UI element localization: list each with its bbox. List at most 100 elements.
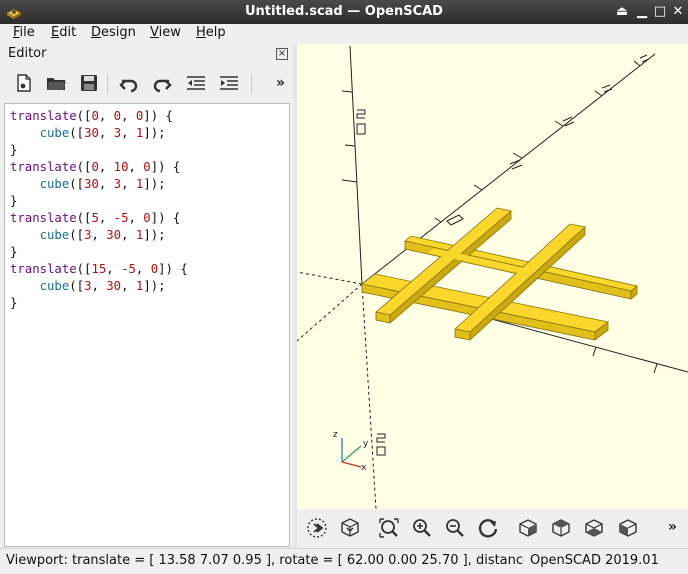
- editor-toolbar-more-button[interactable]: »: [276, 75, 285, 91]
- close-icon[interactable]: ✕: [670, 3, 686, 20]
- code-line: translate([0, 0, 0]) {: [10, 108, 173, 125]
- undo-icon[interactable]: [117, 72, 141, 96]
- code-token: ]);: [143, 279, 166, 293]
- code-token: translate: [10, 160, 77, 174]
- view-toolbar-more-button[interactable]: »: [668, 519, 677, 535]
- view-right-icon[interactable]: [516, 516, 540, 540]
- menu-bar: File Edit Design View Help: [0, 24, 688, 44]
- menu-help[interactable]: Help: [196, 25, 226, 40]
- redo-icon[interactable]: [150, 72, 174, 96]
- code-token: ,: [121, 228, 136, 242]
- viewport-status: Viewport: translate = [ 13.58 7.07 0.95 …: [6, 553, 524, 568]
- code-token: ,: [91, 228, 107, 242]
- menu-file[interactable]: File: [13, 25, 35, 40]
- maximize-icon[interactable]: □: [652, 3, 668, 20]
- code-token: }: [10, 143, 18, 157]
- view-bottom-icon[interactable]: [582, 516, 606, 540]
- 3d-model: [361, 207, 638, 341]
- code-token: 0: [143, 160, 151, 174]
- code-line: cube([3, 30, 1]);: [10, 227, 166, 244]
- code-token: 30: [84, 126, 99, 140]
- minimize-icon[interactable]: ▁: [634, 3, 650, 20]
- code-token: ([: [76, 211, 92, 225]
- code-token: 30: [106, 228, 122, 242]
- view-toolbar: »: [297, 509, 688, 548]
- code-token: ,: [98, 109, 114, 123]
- code-token: ([: [76, 109, 92, 123]
- code-token: ,: [98, 211, 114, 225]
- menu-design[interactable]: Design: [91, 25, 136, 40]
- code-line: }: [10, 244, 17, 261]
- zoom-out-icon[interactable]: [443, 516, 467, 540]
- code-token: cube: [39, 126, 70, 140]
- new-file-icon[interactable]: [12, 71, 36, 95]
- indent-icon[interactable]: [217, 71, 241, 95]
- code-token: 0: [150, 262, 159, 276]
- code-token: }: [10, 296, 18, 310]
- code-token: ,: [98, 160, 114, 174]
- code-line: cube([30, 3, 1]);: [10, 125, 166, 142]
- unindent-icon[interactable]: [184, 71, 208, 95]
- shade-icon[interactable]: ⏏: [614, 3, 630, 20]
- editor-panel: Editor × » translate([0, 0, 0]) { cube([…: [0, 44, 296, 548]
- code-token: ,: [128, 160, 144, 174]
- code-line: }: [10, 295, 17, 312]
- code-token: ,: [91, 279, 107, 293]
- code-token: -5: [113, 211, 129, 225]
- axis-label-y: y: [363, 439, 369, 449]
- code-token: }: [10, 245, 18, 259]
- code-line: cube([3, 30, 1]);: [10, 278, 166, 295]
- code-token: }: [10, 194, 18, 208]
- code-token: 0: [143, 211, 151, 225]
- view-left-icon[interactable]: [616, 516, 640, 540]
- z-axis: [349, 45, 363, 285]
- code-token: ]) {: [158, 262, 188, 276]
- code-token: ,: [121, 126, 136, 140]
- status-bar: Viewport: translate = [ 13.58 7.07 0.95 …: [0, 548, 688, 574]
- preview-icon[interactable]: [305, 516, 329, 540]
- reset-view-icon[interactable]: [476, 516, 500, 540]
- code-line: translate([15, -5, 0]) {: [10, 261, 188, 278]
- zoom-in-icon[interactable]: [410, 516, 434, 540]
- code-token: ([: [69, 177, 85, 191]
- view-top-icon[interactable]: [549, 516, 573, 540]
- save-icon[interactable]: [77, 71, 101, 95]
- axis-label-x: x: [361, 463, 367, 473]
- open-file-icon[interactable]: [44, 71, 68, 95]
- view-all-icon[interactable]: [377, 516, 401, 540]
- code-token: ,: [128, 211, 144, 225]
- code-line: translate([0, 10, 0]) {: [10, 159, 180, 176]
- code-token: ,: [98, 126, 114, 140]
- code-token: 5: [91, 211, 99, 225]
- render-icon[interactable]: [338, 516, 362, 540]
- 3d-viewport[interactable]: z y x: [297, 44, 688, 509]
- code-token: -5: [121, 262, 136, 276]
- code-token: ]);: [143, 126, 166, 140]
- code-token: 0: [91, 109, 99, 123]
- code-token: 3: [113, 177, 122, 191]
- code-line: }: [10, 193, 17, 210]
- code-line: }: [10, 142, 17, 159]
- code-token: translate: [10, 211, 77, 225]
- code-token: ]) {: [150, 211, 181, 225]
- version-label: OpenSCAD 2019.01: [530, 553, 659, 568]
- code-token: cube: [39, 279, 70, 293]
- menu-edit[interactable]: Edit: [51, 25, 76, 40]
- code-token: 30: [106, 279, 122, 293]
- editor-close-button[interactable]: ×: [276, 48, 288, 60]
- code-line: cube([30, 3, 1]);: [10, 176, 166, 193]
- axis-indicator: z y x: [333, 430, 369, 473]
- code-editor[interactable]: translate([0, 0, 0]) { cube([30, 3, 1]);…: [4, 103, 290, 547]
- menu-view[interactable]: View: [150, 25, 181, 40]
- code-token: ,: [121, 109, 136, 123]
- code-token: cube: [39, 228, 70, 242]
- code-token: translate: [10, 262, 77, 276]
- code-token: ]);: [143, 228, 166, 242]
- axis-label-z: z: [333, 430, 338, 440]
- code-token: ,: [135, 262, 151, 276]
- scale-label-glyphs: [356, 54, 650, 456]
